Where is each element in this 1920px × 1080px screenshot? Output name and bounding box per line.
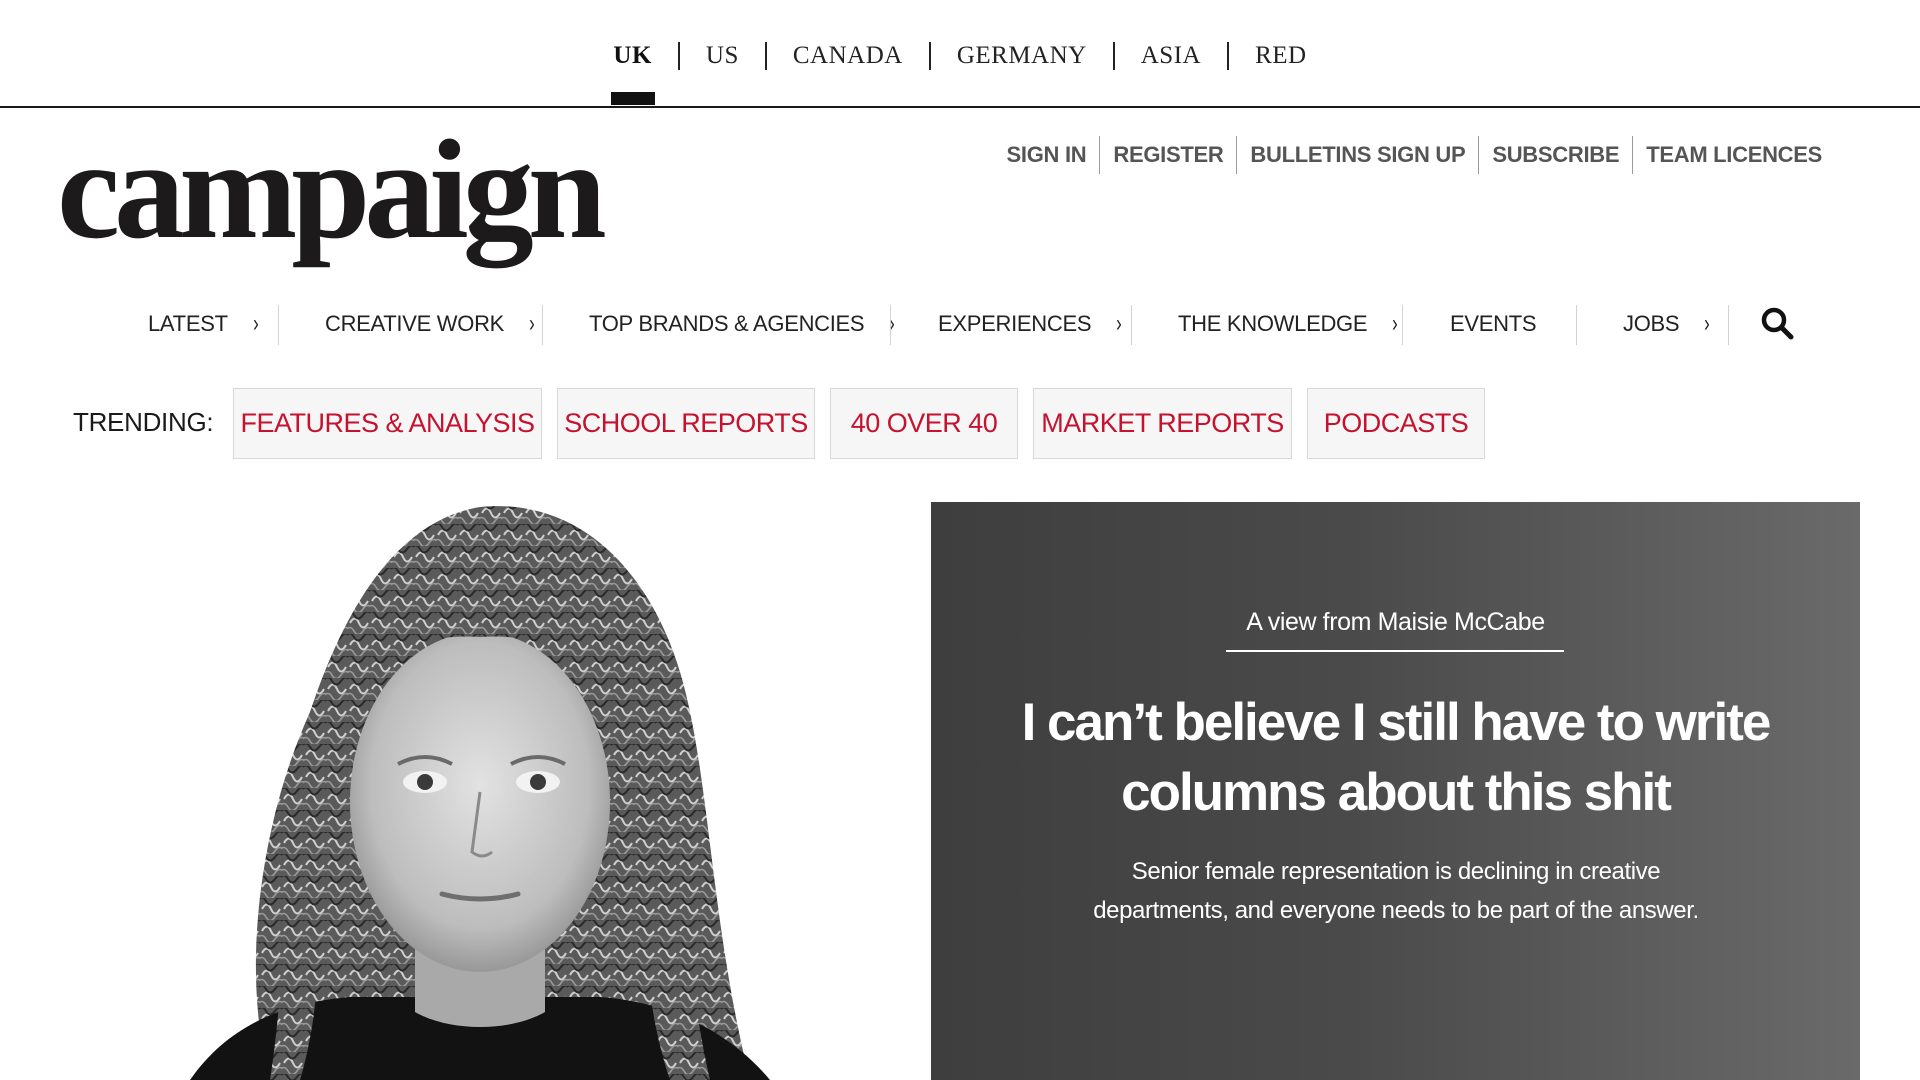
nav-item-label: CREATIVE WORK <box>325 311 505 336</box>
team-licences-link[interactable]: TEAM LICENCES <box>1633 142 1835 168</box>
hero-standfirst: Senior female representation is declinin… <box>1093 858 1699 924</box>
nav-item-creative-work[interactable]: CREATIVE WORK › <box>325 300 536 348</box>
nav-item-label: THE KNOWLEDGE <box>1178 311 1368 336</box>
nav-item-latest[interactable]: LATEST › <box>148 300 259 348</box>
hero-article-panel[interactable]: A view from Maisie McCabe I can’t believ… <box>931 502 1860 1080</box>
main-nav: LATEST › CREATIVE WORK › TOP BRANDS & AG… <box>0 300 1920 348</box>
account-links: SIGN IN REGISTER BULLETINS SIGN UP SUBSC… <box>994 136 1835 174</box>
nav-divider <box>1728 305 1729 345</box>
trending-podcasts[interactable]: PODCASTS <box>1307 388 1485 459</box>
edition-canada[interactable]: CANADA <box>767 42 929 70</box>
nav-divider <box>890 305 891 345</box>
chevron-right-icon: › <box>529 310 535 337</box>
trending-40-over-40[interactable]: 40 OVER 40 <box>830 388 1018 459</box>
edition-red[interactable]: RED <box>1229 42 1333 70</box>
register-link[interactable]: REGISTER <box>1100 142 1236 168</box>
campaign-logo[interactable]: campaign <box>57 118 607 260</box>
nav-divider <box>1402 305 1403 345</box>
nav-item-jobs[interactable]: JOBS › <box>1623 300 1711 348</box>
hero-kicker[interactable]: A view from Maisie McCabe <box>931 608 1860 637</box>
trending-market-reports[interactable]: MARKET REPORTS <box>1033 388 1292 459</box>
nav-item-the-knowledge[interactable]: THE KNOWLEDGE › <box>1178 300 1399 348</box>
nav-item-experiences[interactable]: EXPERIENCES › <box>938 300 1123 348</box>
nav-item-top-brands-agencies[interactable]: TOP BRANDS & AGENCIES › <box>589 300 896 348</box>
hero-portrait-image[interactable] <box>150 502 800 1080</box>
chevron-right-icon: › <box>1392 310 1398 337</box>
edition-list: UK US CANADA GERMANY ASIA RED <box>0 42 1920 105</box>
edition-uk[interactable]: UK <box>587 42 678 105</box>
nav-item-label: EXPERIENCES <box>938 311 1092 336</box>
edition-us[interactable]: US <box>680 42 765 70</box>
nav-divider <box>1576 305 1577 345</box>
edition-germany[interactable]: GERMANY <box>931 42 1113 70</box>
nav-divider <box>278 305 279 345</box>
nav-item-label: JOBS <box>1623 311 1680 336</box>
chevron-right-icon: › <box>1704 310 1710 337</box>
subscribe-link[interactable]: SUBSCRIBE <box>1479 142 1632 168</box>
nav-item-label: TOP BRANDS & AGENCIES <box>589 311 865 336</box>
portrait-illustration <box>190 506 770 1080</box>
chevron-right-icon: › <box>1116 310 1122 337</box>
sign-in-link[interactable]: SIGN IN <box>994 142 1100 168</box>
kicker-underline <box>1226 650 1564 652</box>
trending-school-reports[interactable]: SCHOOL REPORTS <box>557 388 815 459</box>
trending-label: TRENDING: <box>73 407 214 437</box>
search-icon[interactable] <box>1760 306 1794 340</box>
hero-headline[interactable]: I can’t believe I still have to write co… <box>961 688 1830 828</box>
nav-item-label: LATEST <box>148 311 228 336</box>
nav-divider <box>1131 305 1132 345</box>
trending-features-analysis[interactable]: FEATURES & ANALYSIS <box>233 388 542 459</box>
chevron-right-icon: › <box>252 310 259 337</box>
bulletins-signup-link[interactable]: BULLETINS SIGN UP <box>1237 142 1478 168</box>
nav-divider <box>542 305 543 345</box>
edition-asia[interactable]: ASIA <box>1115 42 1227 70</box>
nav-item-events[interactable]: EVENTS <box>1450 300 1537 348</box>
edition-bar: UK US CANADA GERMANY ASIA RED <box>0 0 1920 108</box>
nav-item-label: EVENTS <box>1450 311 1537 336</box>
